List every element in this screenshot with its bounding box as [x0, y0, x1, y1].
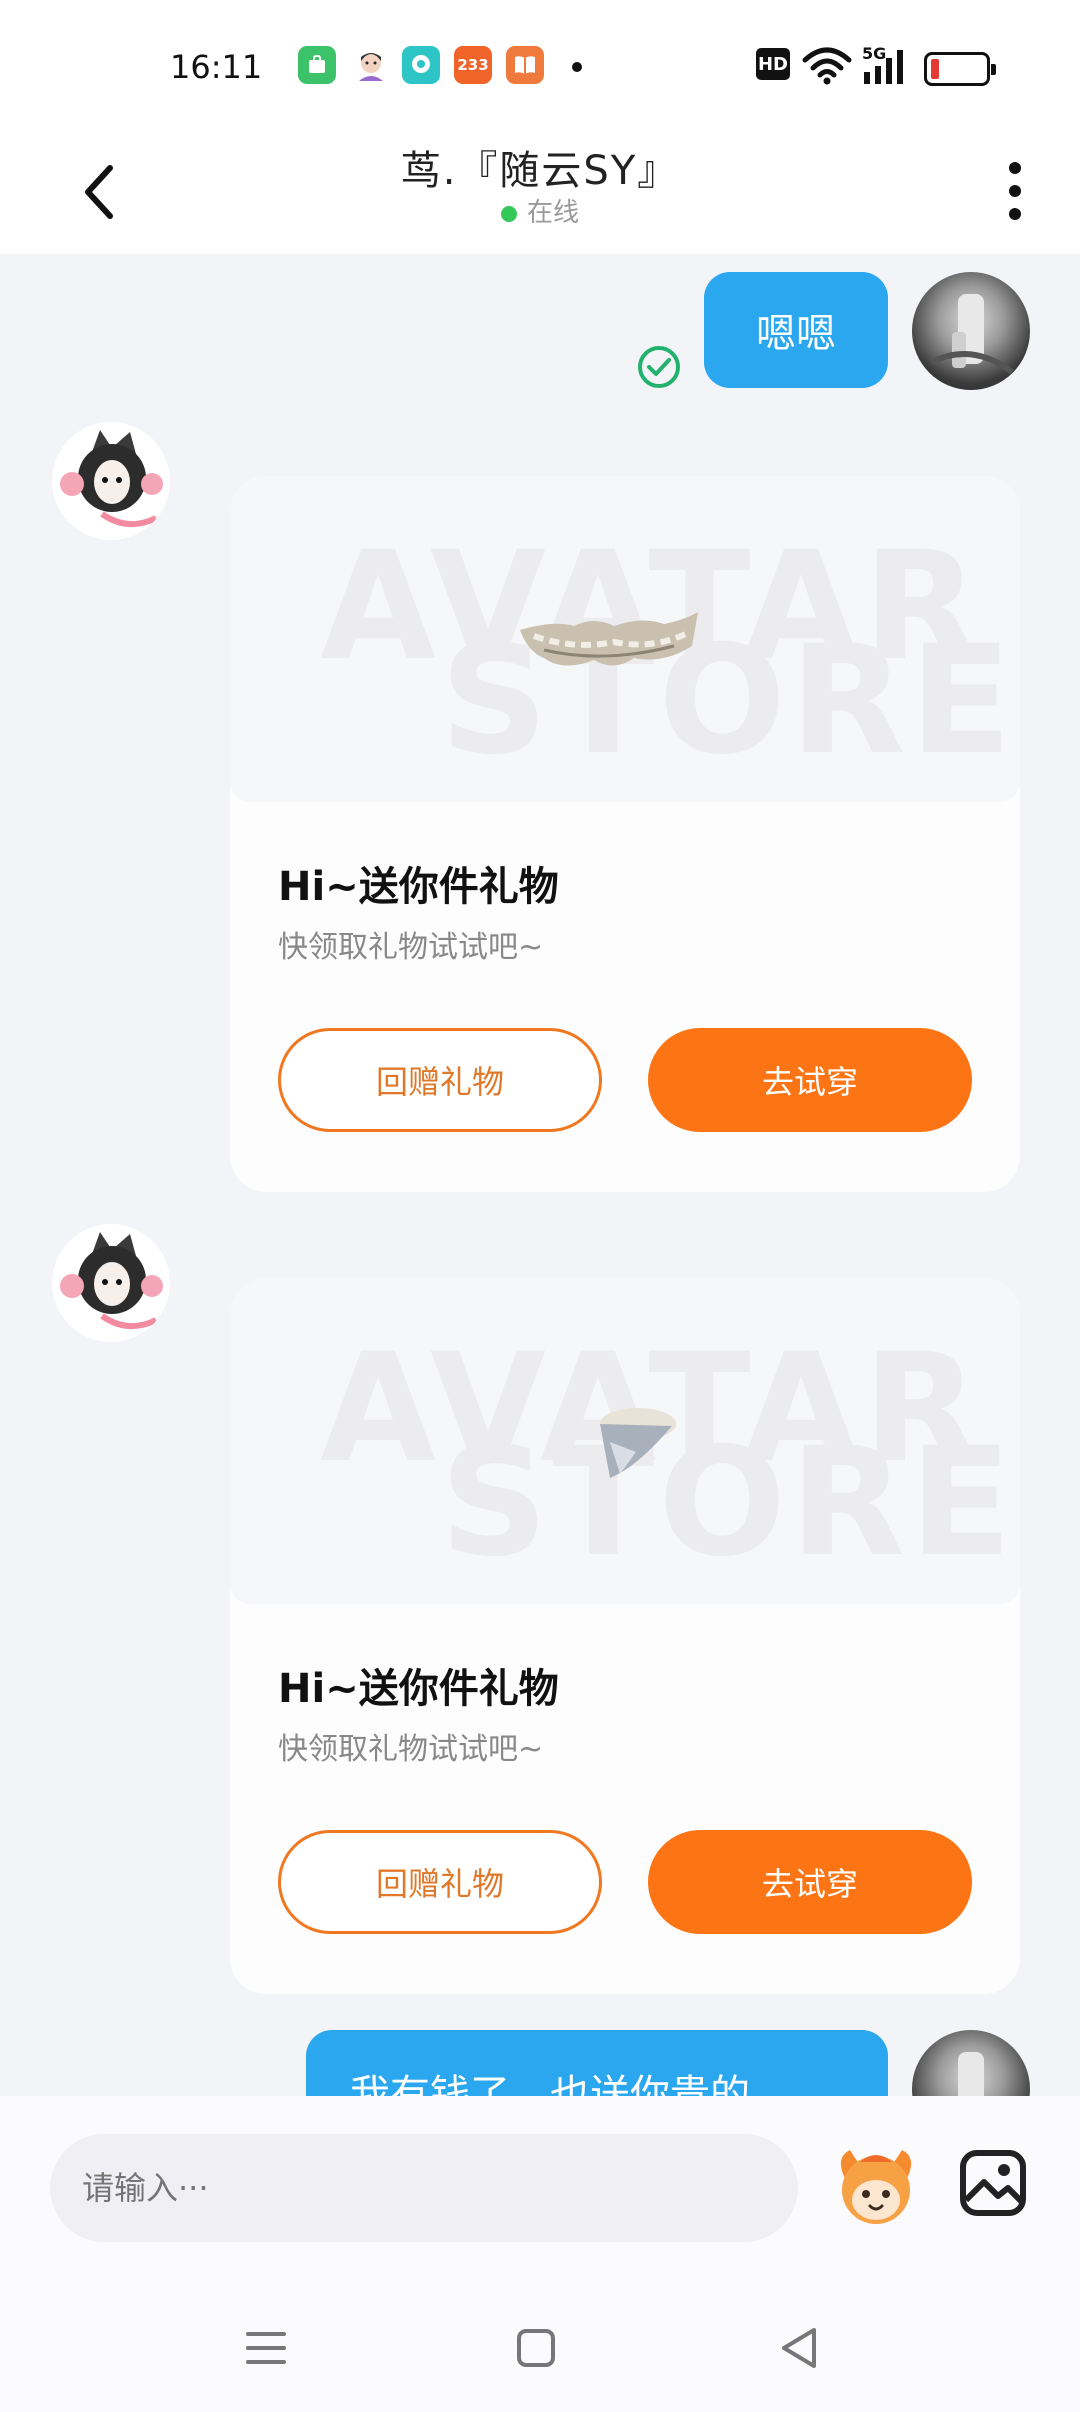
back-nav-icon[interactable] — [770, 2318, 830, 2378]
system-nav-bar — [0, 2276, 1080, 2412]
more-notifications-dot — [572, 62, 582, 72]
gift-preview: AVATAR STORE — [230, 1278, 1020, 1604]
status-bar: 16:11 233 HD 5G — [0, 0, 1080, 132]
chat-app-icon — [402, 46, 440, 84]
return-gift-button[interactable]: 回赠礼物 — [278, 1028, 602, 1132]
avatar-app-icon — [352, 46, 390, 84]
contact-name: 茑.『随云SY』 — [400, 148, 680, 194]
book-app-icon — [506, 46, 544, 84]
app-green-icon — [298, 46, 336, 84]
emoji-sticker-icon[interactable] — [830, 2140, 922, 2232]
message-bubble[interactable]: 嗯嗯 — [704, 272, 888, 388]
gift-card-title: Hi~送你件礼物 — [278, 864, 559, 910]
watermark-line2: STORE — [440, 1416, 1016, 1590]
screen: 16:11 233 HD 5G 茑.『随云SY』 在线 嗯嗯 AVATAR ST… — [0, 0, 1080, 2412]
gift-preview: AVATAR STORE — [230, 476, 1020, 802]
message-list[interactable]: 嗯嗯 AVATAR STORE Hi~送你件礼物 快领取礼物试试吧~ 回赠礼物 … — [0, 254, 1080, 2096]
gift-card-subtitle: 快领取礼物试试吧~ — [278, 930, 544, 965]
battery-icon — [924, 52, 996, 86]
online-status-label: 在线 — [526, 198, 579, 228]
contact-avatar[interactable] — [52, 1224, 170, 1342]
233-app-icon: 233 — [454, 46, 492, 84]
try-on-button[interactable]: 去试穿 — [648, 1830, 972, 1934]
wifi-icon — [802, 47, 852, 85]
status-time: 16:11 — [170, 48, 263, 86]
image-picker-icon[interactable] — [958, 2148, 1028, 2218]
message-bubble[interactable]: 我有钱了，也送你贵的 — [306, 2030, 888, 2096]
gift-card[interactable]: AVATAR STORE Hi~送你件礼物 快领取礼物试试吧~ 回赠礼物 去试穿 — [230, 1278, 1020, 1994]
online-status: 在线 — [0, 192, 1080, 229]
try-on-button[interactable]: 去试穿 — [648, 1028, 972, 1132]
online-dot-icon — [500, 205, 517, 222]
gift-earring-image — [600, 1408, 676, 1478]
my-avatar[interactable] — [912, 2030, 1030, 2096]
gift-card-title: Hi~送你件礼物 — [278, 1666, 559, 1712]
menu-nav-icon[interactable] — [236, 2318, 296, 2378]
return-gift-button[interactable]: 回赠礼物 — [278, 1830, 602, 1934]
gift-card-subtitle: 快领取礼物试试吧~ — [278, 1732, 544, 1767]
input-bar — [0, 2096, 1080, 2276]
message-input[interactable] — [50, 2134, 798, 2242]
chat-header: 茑.『随云SY』 在线 — [0, 132, 1080, 254]
home-nav-icon[interactable] — [506, 2318, 566, 2378]
gift-card[interactable]: AVATAR STORE Hi~送你件礼物 快领取礼物试试吧~ 回赠礼物 去试穿 — [230, 476, 1020, 1192]
hd-icon: HD — [756, 48, 790, 80]
contact-avatar[interactable] — [52, 422, 170, 540]
gift-teeth-image — [520, 612, 698, 666]
battery-level — [931, 59, 939, 79]
read-check-icon — [638, 346, 680, 388]
signal-icon: 5G — [862, 44, 912, 86]
my-avatar[interactable] — [912, 272, 1030, 390]
more-options-icon[interactable] — [1000, 156, 1030, 226]
network-type-label: 5G — [862, 44, 887, 63]
